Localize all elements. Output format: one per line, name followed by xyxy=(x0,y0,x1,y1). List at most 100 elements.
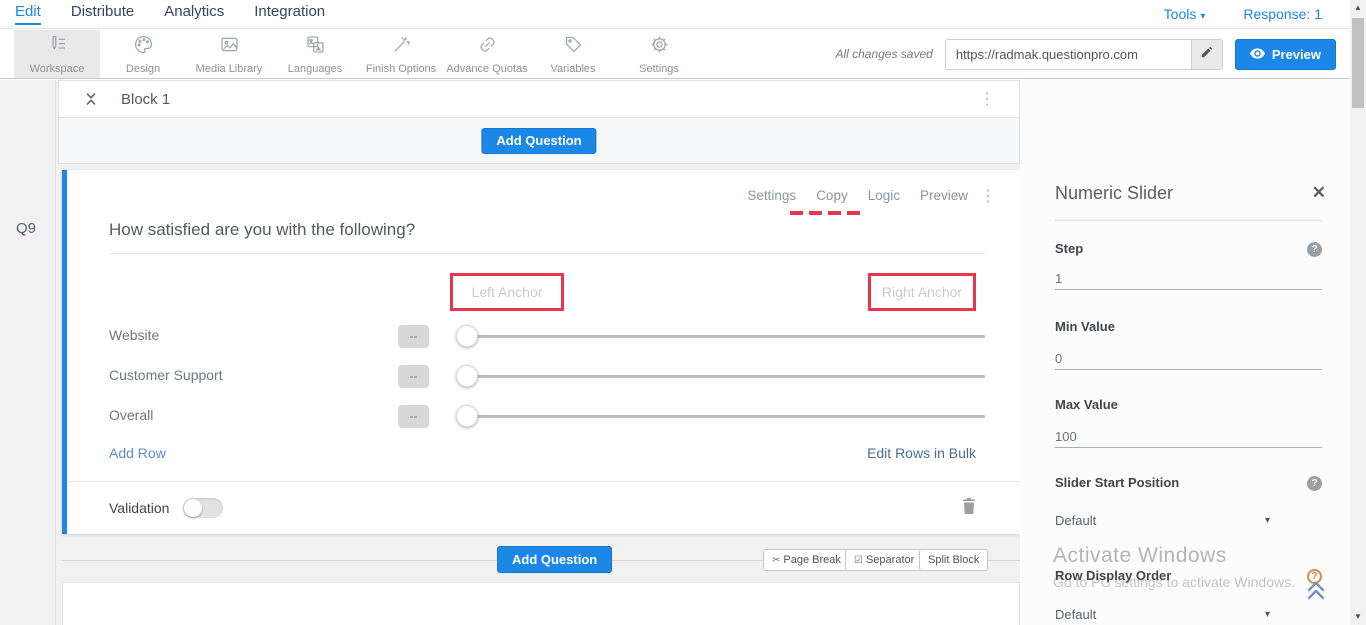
response-count[interactable]: Response: 1 xyxy=(1243,6,1322,22)
page-break-button[interactable]: ✂Page Break xyxy=(763,549,850,571)
slider-handle[interactable] xyxy=(456,325,478,347)
toolbar-item-variables[interactable]: Variables xyxy=(530,30,616,78)
tools-menu[interactable]: Tools▾ xyxy=(1164,6,1206,22)
scroll-up-icon[interactable]: ▲ xyxy=(1350,1,1366,15)
question-settings-link[interactable]: Settings xyxy=(747,188,796,203)
block-footer-controls: Add Question ✂Page Break ☑Separator Spli… xyxy=(62,540,1020,580)
slider-start-help-icon[interactable]: ? xyxy=(1307,476,1322,491)
toolbar-items: Workspace Design Media Library Languages… xyxy=(0,30,702,78)
survey-url-input[interactable] xyxy=(946,40,1191,69)
edit-url-button[interactable] xyxy=(1191,40,1222,69)
row-slider[interactable] xyxy=(457,415,985,418)
scroll-down-icon[interactable]: ▼ xyxy=(1350,610,1366,624)
scrollbar-thumb[interactable] xyxy=(1352,18,1364,108)
slider-handle[interactable] xyxy=(456,405,478,427)
save-status: All changes saved xyxy=(835,47,932,61)
slider-start-value: Default xyxy=(1055,513,1096,528)
tools-menu-label: Tools xyxy=(1164,6,1197,22)
row-label[interactable]: Website xyxy=(109,327,159,343)
slider-row-overall: Overall -- xyxy=(67,397,1025,437)
close-icon[interactable]: ✕ xyxy=(1312,183,1326,203)
question-copy-link[interactable]: Copy xyxy=(816,188,848,203)
add-question-button-top[interactable]: Add Question xyxy=(481,128,596,154)
step-input-underline xyxy=(1055,289,1322,290)
settings-annotation-underline xyxy=(790,211,862,215)
toolbar-item-label: Workspace xyxy=(30,63,85,75)
step-help-icon[interactable]: ? xyxy=(1307,242,1322,257)
chevron-down-icon: ▾ xyxy=(1200,11,1205,22)
row-label[interactable]: Overall xyxy=(109,407,153,423)
nav-tabs: Edit Distribute Analytics Integration xyxy=(0,3,325,25)
validation-row: Validation xyxy=(67,482,1025,534)
separator-button[interactable]: ☑Separator xyxy=(845,549,923,571)
row-value-badge[interactable]: -- xyxy=(398,325,429,348)
row-value-badge[interactable]: -- xyxy=(398,405,429,428)
max-value[interactable]: 100 xyxy=(1055,429,1077,444)
trash-icon xyxy=(961,497,977,520)
step-value[interactable]: 1 xyxy=(1055,271,1062,286)
preview-button[interactable]: Preview xyxy=(1235,39,1336,70)
gear-icon xyxy=(649,34,670,60)
eye-icon xyxy=(1250,47,1265,62)
validation-toggle[interactable] xyxy=(183,498,223,518)
row-label[interactable]: Customer Support xyxy=(109,367,223,383)
page-scrollbar[interactable]: ▲ ▼ xyxy=(1350,0,1366,625)
toolbar-item-design[interactable]: Design xyxy=(100,30,186,78)
toolbar-right: All changes saved Preview xyxy=(835,30,1350,78)
row-display-order-value: Default xyxy=(1055,607,1096,622)
toolbar-item-finish-options[interactable]: Finish Options xyxy=(358,30,444,78)
toggle-knob xyxy=(184,499,202,517)
slider-row-website: Website -- xyxy=(67,317,1025,357)
block-menu-icon[interactable]: ⋮ xyxy=(979,89,995,109)
nav-tab-analytics[interactable]: Analytics xyxy=(164,3,224,25)
delete-question-button[interactable] xyxy=(961,497,977,520)
toolbar-item-workspace[interactable]: Workspace xyxy=(14,30,100,78)
nav-tab-edit[interactable]: Edit xyxy=(15,3,41,25)
top-nav-right: Tools▾ Response: 1 xyxy=(1164,6,1350,22)
scissors-icon: ✂ xyxy=(772,555,780,566)
translate-icon xyxy=(305,34,326,60)
question-title[interactable]: How satisfied are you with the following… xyxy=(109,220,415,240)
row-display-order-select[interactable]: Default ▾ xyxy=(1055,607,1270,622)
slider-start-position-label: Slider Start Position xyxy=(1055,475,1179,490)
image-icon xyxy=(219,34,240,60)
toolbar-item-languages[interactable]: Languages xyxy=(272,30,358,78)
toolbar-item-label: Settings xyxy=(639,63,679,75)
right-anchor-input[interactable] xyxy=(871,284,973,300)
left-anchor-input[interactable] xyxy=(453,284,561,300)
slider-start-select[interactable]: Default ▾ xyxy=(1055,513,1270,528)
toolbar-item-label: Advance Quotas xyxy=(446,63,527,75)
nav-tab-distribute[interactable]: Distribute xyxy=(71,3,134,25)
activate-windows-watermark: Activate Windows xyxy=(1053,544,1227,568)
left-rail: Q9 xyxy=(0,80,56,625)
min-value[interactable]: 0 xyxy=(1055,351,1062,366)
toolbar-item-label: Variables xyxy=(550,63,595,75)
split-block-button[interactable]: Split Block xyxy=(919,549,988,571)
add-question-button-bottom[interactable]: Add Question xyxy=(497,546,612,573)
next-block-panel xyxy=(62,582,1020,625)
toolbar-item-media-library[interactable]: Media Library xyxy=(186,30,272,78)
block-title[interactable]: Block 1 xyxy=(121,91,170,108)
min-value-label: Min Value xyxy=(1055,319,1115,334)
chevron-down-icon: ▾ xyxy=(1265,515,1270,526)
toolbar-item-advance-quotas[interactable]: Advance Quotas xyxy=(444,30,530,78)
pencil-icon xyxy=(1200,45,1214,64)
row-slider[interactable] xyxy=(457,375,985,378)
split-block-label: Split Block xyxy=(928,554,979,566)
scroll-to-top-icon[interactable] xyxy=(1304,579,1328,606)
top-nav: Edit Distribute Analytics Integration To… xyxy=(0,0,1350,29)
min-input-underline xyxy=(1055,369,1322,370)
collapse-block-icon[interactable] xyxy=(83,91,99,107)
nav-tab-integration[interactable]: Integration xyxy=(254,3,325,25)
question-logic-link[interactable]: Logic xyxy=(868,188,900,203)
edit-rows-in-bulk-link[interactable]: Edit Rows in Bulk xyxy=(867,445,976,461)
row-slider[interactable] xyxy=(457,335,985,338)
row-value-badge[interactable]: -- xyxy=(398,365,429,388)
question-preview-link[interactable]: Preview xyxy=(920,188,968,203)
slider-handle[interactable] xyxy=(456,365,478,387)
add-row-link[interactable]: Add Row xyxy=(109,445,166,461)
max-input-underline xyxy=(1055,447,1322,448)
question-menu-icon[interactable]: ⋮ xyxy=(980,186,996,206)
toolbar-item-settings[interactable]: Settings xyxy=(616,30,702,78)
survey-url-group xyxy=(945,39,1223,70)
